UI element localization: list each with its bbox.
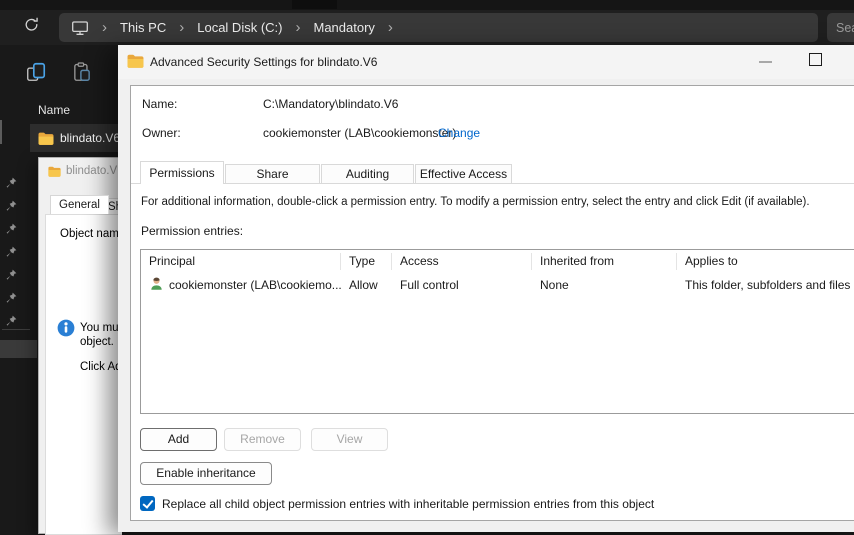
cell-access: Full control (400, 278, 459, 292)
breadcrumb-chevron-icon: › (179, 19, 185, 36)
column-header-principal[interactable]: Principal (141, 253, 341, 270)
breadcrumb-chevron-icon: › (102, 19, 107, 36)
name-value: C:\Mandatory\blindato.V6 (263, 97, 399, 111)
paste-icon (71, 61, 93, 88)
properties-tab-page: Object name You mus object. Click Ad (45, 214, 126, 535)
copy-icon (25, 61, 47, 88)
properties-dialog-title: blindato.V (66, 165, 118, 177)
column-header-access[interactable]: Access (392, 253, 532, 270)
object-name-label: Object name (60, 228, 126, 240)
address-bar[interactable]: › This PC › Local Disk (C:) › Mandatory … (59, 13, 818, 42)
refresh-button[interactable] (19, 15, 43, 39)
pin-icon (6, 223, 17, 234)
sidebar-pin-item[interactable] (4, 268, 18, 282)
dialog-content-panel: Name: C:\Mandatory\blindato.V6 Owner: co… (130, 85, 854, 521)
table-header-row: Principal Type Access Inherited from App… (141, 250, 854, 273)
advanced-security-dialog: Advanced Security Settings for blindato.… (118, 45, 854, 532)
tab-auditing[interactable]: Auditing (321, 164, 414, 183)
add-button[interactable]: Add (140, 428, 217, 451)
explorer-titlebar-strip (0, 0, 854, 10)
enable-inheritance-button[interactable]: Enable inheritance (140, 462, 272, 485)
sidebar-pin-item[interactable] (4, 291, 18, 305)
sidebar-pin-item[interactable] (4, 199, 18, 213)
sidebar-selected-item[interactable] (0, 340, 37, 358)
owner-value: cookiemonster (LAB\cookiemonster) (263, 126, 457, 140)
permissions-table: Principal Type Access Inherited from App… (140, 249, 854, 414)
permission-entries-label: Permission entries: (141, 224, 244, 238)
view-button[interactable]: View (311, 428, 388, 451)
tab-share[interactable]: Share (225, 164, 320, 183)
sidebar-pin-item[interactable] (4, 222, 18, 236)
file-row-blindato[interactable]: blindato.V6 (30, 124, 118, 152)
name-column-header[interactable]: Name (38, 103, 70, 117)
breadcrumb-chevron-icon: › (387, 19, 393, 36)
breadcrumb-item-local-disk[interactable]: Local Disk (C:) (195, 20, 284, 35)
paste-button[interactable] (68, 60, 96, 88)
pin-icon (6, 315, 17, 326)
info-icon (57, 319, 75, 342)
properties-dialog-titlebar: blindato.V (48, 165, 118, 177)
refresh-icon (23, 16, 40, 38)
properties-tab-general[interactable]: General (50, 195, 109, 214)
column-header-type[interactable]: Type (341, 253, 392, 270)
instructions-text: For additional information, double-click… (141, 196, 810, 208)
folder-icon (48, 166, 61, 177)
sidebar-pin-item[interactable] (4, 245, 18, 259)
breadcrumb-item-this-pc[interactable]: This PC (118, 20, 168, 35)
cell-principal: cookiemonster (LAB\cookiemo... (169, 278, 341, 292)
search-box[interactable]: Sea (827, 13, 854, 42)
replace-permissions-checkbox[interactable] (140, 496, 155, 511)
properties-info-text: Click Ad (80, 361, 122, 373)
name-label: Name: (142, 97, 178, 111)
properties-info-text: object. (80, 336, 114, 348)
cell-inherited-from: None (540, 278, 569, 292)
tab-effective-access[interactable]: Effective Access (415, 164, 512, 183)
folder-icon (38, 132, 54, 145)
minimize-button[interactable] (752, 51, 778, 73)
tab-strip-line (131, 183, 854, 184)
column-header-applies-to[interactable]: Applies to (677, 253, 854, 270)
properties-dialog: blindato.V General Sha Object name You m… (38, 157, 138, 535)
change-owner-link[interactable]: Change (438, 126, 480, 140)
minimize-icon (758, 61, 772, 63)
pin-icon (6, 177, 17, 188)
owner-label: Owner: (142, 126, 181, 140)
permission-entry-row[interactable]: cookiemonster (LAB\cookiemo... Allow Ful… (141, 273, 854, 297)
pin-icon (6, 269, 17, 280)
pin-icon (6, 200, 17, 211)
pin-icon (6, 246, 17, 257)
sidebar-divider (2, 329, 30, 330)
sidebar-pin-item[interactable] (4, 176, 18, 190)
pin-icon (6, 292, 17, 303)
this-pc-monitor-icon (71, 19, 89, 37)
nav-scrollbar-thumb[interactable] (0, 120, 2, 144)
dialog-title: Advanced Security Settings for blindato.… (150, 55, 378, 69)
replace-permissions-checkbox-label[interactable]: Replace all child object permission entr… (162, 497, 654, 511)
tab-permissions[interactable]: Permissions (140, 161, 224, 184)
copy-button[interactable] (22, 60, 50, 88)
explorer-tab-remnant (292, 0, 337, 9)
remove-button[interactable]: Remove (224, 428, 301, 451)
maximize-button[interactable] (802, 47, 828, 71)
cell-type: Allow (349, 278, 378, 292)
cell-applies-to: This folder, subfolders and files (685, 278, 851, 292)
column-header-inherited-from[interactable]: Inherited from (532, 253, 677, 270)
sidebar-pin-item[interactable] (4, 314, 18, 328)
breadcrumb-chevron-icon: › (295, 19, 301, 36)
breadcrumb-item-mandatory[interactable]: Mandatory (311, 20, 376, 35)
user-icon (149, 276, 164, 294)
folder-icon (127, 54, 144, 73)
maximize-icon (808, 52, 822, 66)
search-text: Sea (836, 20, 854, 35)
file-name: blindato.V6 (60, 131, 118, 145)
